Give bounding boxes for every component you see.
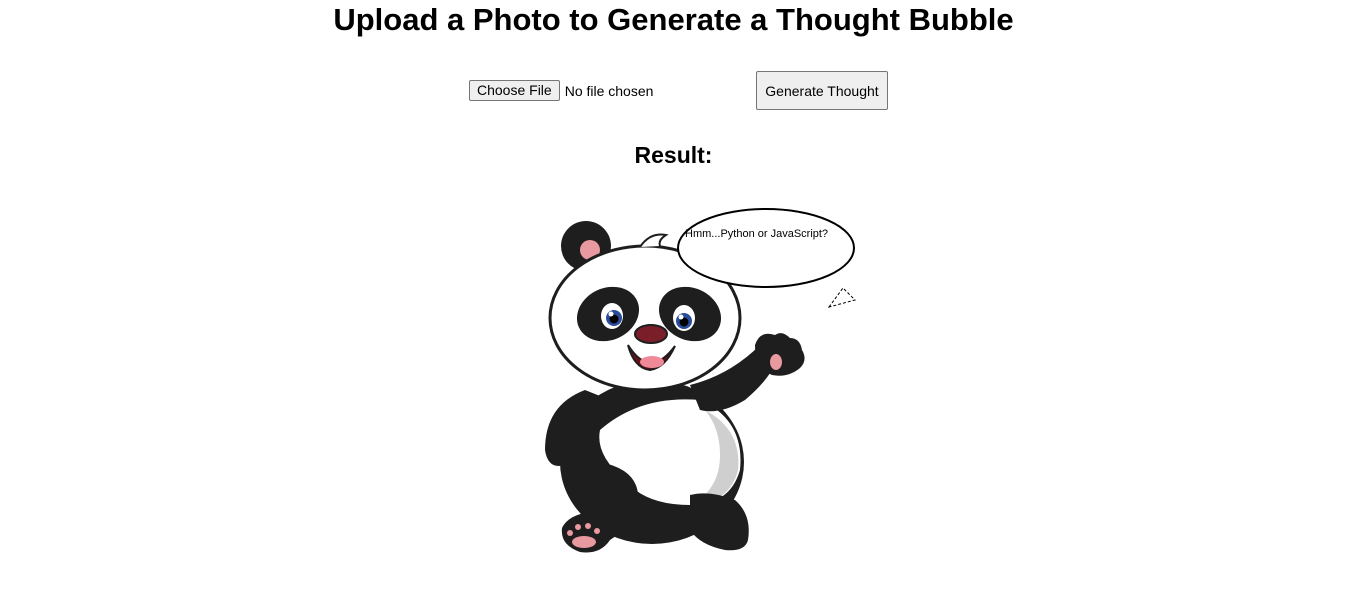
file-input[interactable]: Choose File No file chosen: [469, 80, 653, 101]
generate-thought-button[interactable]: Generate Thought: [756, 71, 888, 110]
choose-file-button[interactable]: Choose File: [469, 80, 560, 101]
thought-bubble-text: Hmm...Python or JavaScript?: [685, 228, 829, 240]
page: Upload a Photo to Generate a Thought Bub…: [0, 0, 1347, 601]
result-image: [545, 208, 856, 553]
result-heading: Result:: [634, 142, 713, 168]
file-status-text: No file chosen: [564, 82, 654, 99]
page-title: Upload a Photo to Generate a Thought Bub…: [333, 2, 1014, 37]
